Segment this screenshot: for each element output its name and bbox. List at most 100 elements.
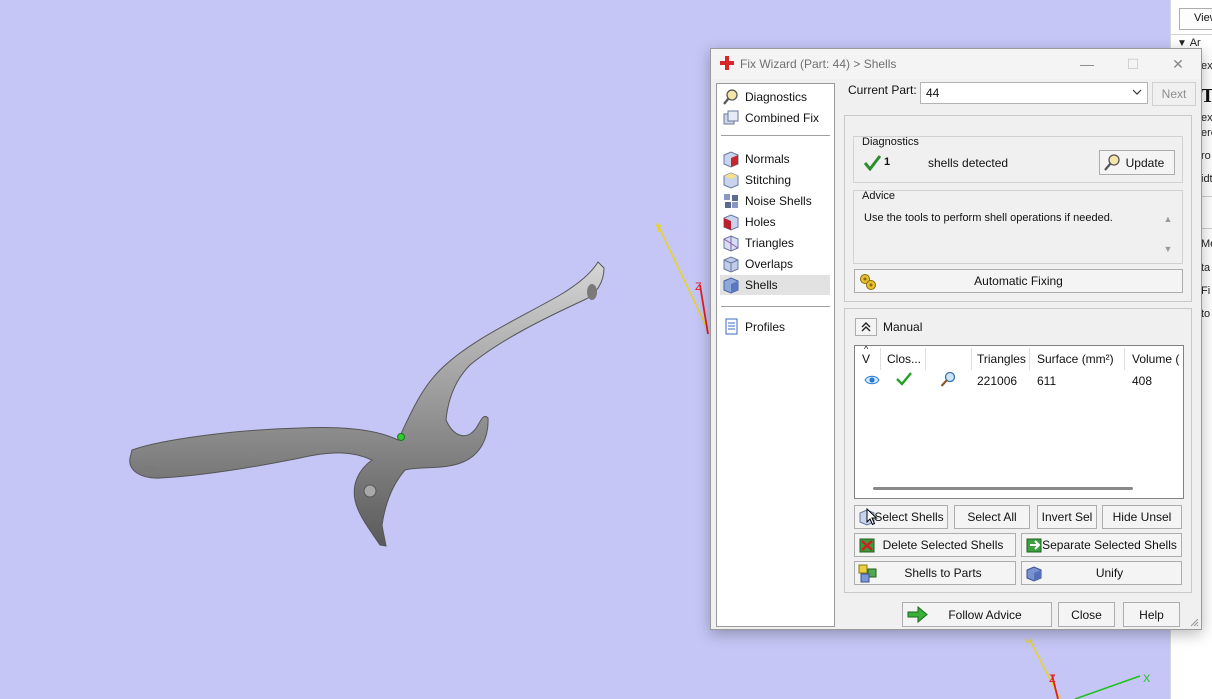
nav-item-combined-fix[interactable]: Combined Fix — [720, 108, 830, 128]
column-header-triangles[interactable]: Triangles — [977, 352, 1026, 366]
resize-grip-icon[interactable] — [1189, 617, 1199, 627]
invert-sel-label: Invert Sel — [1041, 510, 1093, 524]
gears-icon — [860, 274, 876, 290]
axis-gizmo-lower: Y Z X — [1024, 637, 1151, 699]
chevron-down-icon — [1132, 89, 1142, 95]
view-tab-button[interactable]: View — [1179, 8, 1212, 30]
overlaps-cube-icon — [723, 256, 739, 273]
current-part-select[interactable]: 44 — [920, 82, 1148, 104]
column-header-closed[interactable]: Clos... — [887, 352, 921, 366]
axis-label-z: Z — [695, 281, 702, 293]
profiles-document-icon — [725, 318, 738, 335]
axis-label-x-lower: X — [1143, 673, 1151, 685]
advice-title: Advice — [862, 190, 896, 202]
column-header-visible[interactable]: V — [862, 352, 870, 366]
axis-label-z-lower: Z — [1049, 673, 1056, 685]
column-header-surface[interactable]: Surface (mm²) — [1037, 352, 1114, 366]
checkmark-icon — [864, 155, 881, 171]
scroll-down-arrow-icon[interactable]: ▼ — [1163, 244, 1173, 254]
triangles-cell: 221006 — [977, 374, 1018, 388]
strip-big-letter: T — [1201, 85, 1212, 107]
dialog-title: Fix Wizard (Part: 44) > Shells — [740, 57, 897, 71]
automatic-fixing-label: Automatic Fixing — [974, 274, 1063, 288]
update-label: Update — [1125, 155, 1165, 170]
advice-box: Use the tools to perform shell operation… — [853, 190, 1183, 264]
select-shells-label: Select Shells — [874, 510, 944, 524]
nav-item-overlaps[interactable]: Overlaps — [720, 254, 830, 274]
volume-cell: 408 — [1132, 374, 1153, 388]
strip-row: ro — [1201, 150, 1211, 162]
nav-label: Stitching — [745, 173, 792, 187]
nav-item-stitching[interactable]: Stitching — [720, 170, 830, 190]
nav-item-triangles[interactable]: Triangles — [720, 233, 830, 253]
nav-item-noise-shells[interactable]: Noise Shells — [720, 191, 830, 211]
green-arrow-right-icon — [907, 605, 928, 624]
nav-label: Shells — [745, 278, 778, 292]
unify-button[interactable]: Unify — [1021, 561, 1182, 585]
maximize-button[interactable]: ☐ — [1111, 51, 1155, 77]
hide-unselected-button[interactable]: Hide Unsel — [1102, 505, 1182, 529]
shells-to-parts-button[interactable]: Shells to Parts — [854, 561, 1016, 585]
nav-item-shells[interactable]: Shells — [720, 275, 830, 295]
noise-shells-icon — [724, 194, 738, 208]
axis-label-y-lower: Y — [1024, 637, 1032, 649]
unify-cube-icon — [1026, 566, 1042, 582]
closed-checkmark-icon — [896, 372, 912, 386]
delete-shells-icon — [859, 538, 875, 553]
shells-table[interactable]: V ^ Clos... Triangles Surface (mm²) Volu… — [854, 345, 1184, 499]
update-button[interactable]: Update — [1099, 150, 1175, 175]
nav-item-holes[interactable]: Holes — [720, 212, 830, 232]
diagnostics-title: Diagnostics — [862, 136, 919, 148]
close-window-button[interactable]: ✕ — [1156, 51, 1200, 77]
strip-row: ero — [1201, 127, 1212, 139]
nav-label: Holes — [745, 215, 776, 229]
follow-advice-button[interactable]: Follow Advice — [902, 602, 1052, 627]
sort-indicator-icon: ^ — [864, 345, 869, 354]
wizard-nav-list: Diagnostics Combined Fix Normals Stitchi… — [716, 83, 835, 627]
delete-selected-shells-button[interactable]: Delete Selected Shells — [854, 533, 1016, 557]
next-button[interactable]: Next — [1152, 82, 1196, 106]
nav-item-diagnostics[interactable]: Diagnostics — [720, 87, 830, 107]
nav-label: Diagnostics — [745, 90, 808, 104]
invert-selection-button[interactable]: Invert Sel — [1037, 505, 1097, 529]
magnifier-icon — [1104, 154, 1120, 171]
select-all-button[interactable]: Select All — [954, 505, 1030, 529]
dialog-titlebar[interactable]: Fix Wizard (Part: 44) > Shells — ☐ ✕ — [711, 49, 1201, 79]
triangles-cube-icon — [723, 235, 739, 252]
axis-gizmo: Y Z — [655, 222, 709, 335]
eye-icon[interactable] — [864, 374, 880, 386]
nav-label: Triangles — [745, 236, 794, 250]
bird-model[interactable] — [129, 261, 605, 547]
strip-row: Me — [1201, 238, 1212, 250]
scroll-up-arrow-icon[interactable]: ▲ — [1163, 214, 1173, 224]
hide-unsel-label: Hide Unsel — [1112, 510, 1172, 524]
status-group: Diagnostics 1 shells detected Update Use… — [844, 115, 1192, 302]
column-header-volume[interactable]: Volume ( — [1132, 352, 1179, 366]
current-part-label: Current Part: — [848, 83, 917, 97]
minimize-button[interactable]: — — [1065, 51, 1109, 77]
axis-label-y: Y — [655, 223, 663, 235]
close-button[interactable]: Close — [1058, 602, 1115, 627]
shells-to-parts-label: Shells to Parts — [904, 566, 982, 580]
shells-cube-icon — [723, 277, 739, 294]
fix-wizard-dialog: Fix Wizard (Part: 44) > Shells — ☐ ✕ Dia… — [710, 48, 1202, 630]
strip-row: to — [1201, 308, 1211, 320]
normals-cube-icon — [723, 151, 739, 168]
nav-item-normals[interactable]: Normals — [720, 149, 830, 169]
strip-row: ta — [1201, 262, 1211, 274]
nav-label: Noise Shells — [745, 194, 812, 208]
inspect-magnifier-icon[interactable] — [939, 371, 957, 389]
automatic-fixing-button[interactable]: Automatic Fixing — [854, 269, 1183, 293]
horizontal-scrollbar[interactable] — [873, 487, 1133, 490]
chevron-up-icon — [861, 322, 871, 332]
strip-row: idt — [1201, 173, 1212, 185]
magnifier-icon — [723, 89, 738, 105]
close-label: Close — [1071, 607, 1102, 622]
collapse-manual-button[interactable] — [855, 318, 877, 336]
nav-item-profiles[interactable]: Profiles — [720, 317, 830, 337]
separate-selected-label: Separate Selected Shells — [1042, 538, 1177, 552]
separate-selected-shells-button[interactable]: Separate Selected Shells — [1021, 533, 1182, 557]
help-button[interactable]: Help — [1123, 602, 1180, 627]
follow-advice-label: Follow Advice — [948, 607, 1022, 622]
combined-fix-icon — [723, 110, 739, 125]
